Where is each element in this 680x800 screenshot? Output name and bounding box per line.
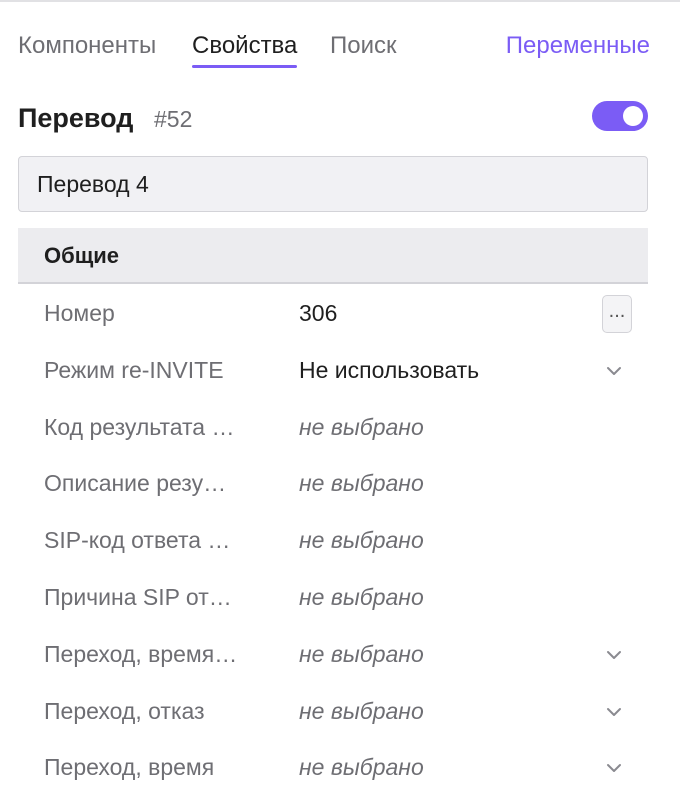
property-label: Описание резу… [44,470,227,497]
property-row[interactable]: Режим re-INVITE Не использовать [18,343,648,400]
property-label: Номер [44,300,115,326]
tab-components[interactable]: Компоненты [18,32,156,68]
properties-list: Номер 306... Режим re-INVITE Не использоват… [18,286,648,797]
property-label: Переход, отказ [44,697,205,724]
property-row[interactable]: Переход, время… не выбрано [18,627,648,684]
block-name-input[interactable] [18,156,648,212]
block-header: Перевод #52 [18,100,650,140]
property-value[interactable]: не выбрано [299,754,424,781]
more-options-button[interactable]: ... [602,295,632,333]
property-row[interactable]: Переход, время не выбрано [18,740,648,797]
property-value[interactable]: не выбрано [299,527,424,554]
toggle-knob [623,106,643,126]
tab-properties-label: Свойства [192,32,298,59]
section-header-general[interactable]: Общие [18,228,648,284]
chevron-down-icon[interactable] [604,361,624,381]
property-value[interactable]: 306 [299,300,337,327]
tab-search[interactable]: Поиск [330,32,397,68]
property-row[interactable]: Причина SIP от… не выбрано [18,570,648,627]
panel-tabs: Компоненты Свойства Поиск Переменные [18,32,650,76]
property-label: Код результата … [44,413,235,440]
property-value[interactable]: не выбрано [299,470,424,497]
property-row[interactable]: Номер 306... [18,286,648,343]
block-enabled-toggle[interactable] [592,101,648,131]
chevron-down-icon[interactable] [604,758,624,778]
tab-properties[interactable]: Свойства [192,32,298,68]
property-label: Переход, время [44,754,215,781]
property-label: Причина SIP от… [44,583,232,610]
property-value[interactable]: Не использовать [299,357,479,384]
property-value[interactable]: не выбрано [299,584,424,611]
property-row[interactable]: SIP-код ответа … не выбрано [18,513,648,570]
property-value[interactable]: не выбрано [299,414,424,441]
property-label: SIP-код ответа … [44,527,231,554]
block-number: #52 [154,106,193,132]
active-tab-indicator [192,65,298,68]
property-label: Переход, время… [44,640,238,667]
chevron-down-icon[interactable] [604,645,624,665]
property-value[interactable]: не выбрано [299,641,424,668]
tab-variables[interactable]: Переменные [506,32,650,68]
property-row[interactable]: Переход, отказ не выбрано [18,684,648,741]
property-label: Режим re-INVITE [44,356,224,383]
block-title: Перевод [18,103,134,133]
property-row[interactable]: Описание резу… не выбрано [18,456,648,513]
chevron-down-icon[interactable] [604,702,624,722]
property-value[interactable]: не выбрано [299,698,424,725]
section-title: Общие [44,243,120,268]
top-divider [0,0,680,6]
property-row[interactable]: Код результата … не выбрано [18,400,648,457]
